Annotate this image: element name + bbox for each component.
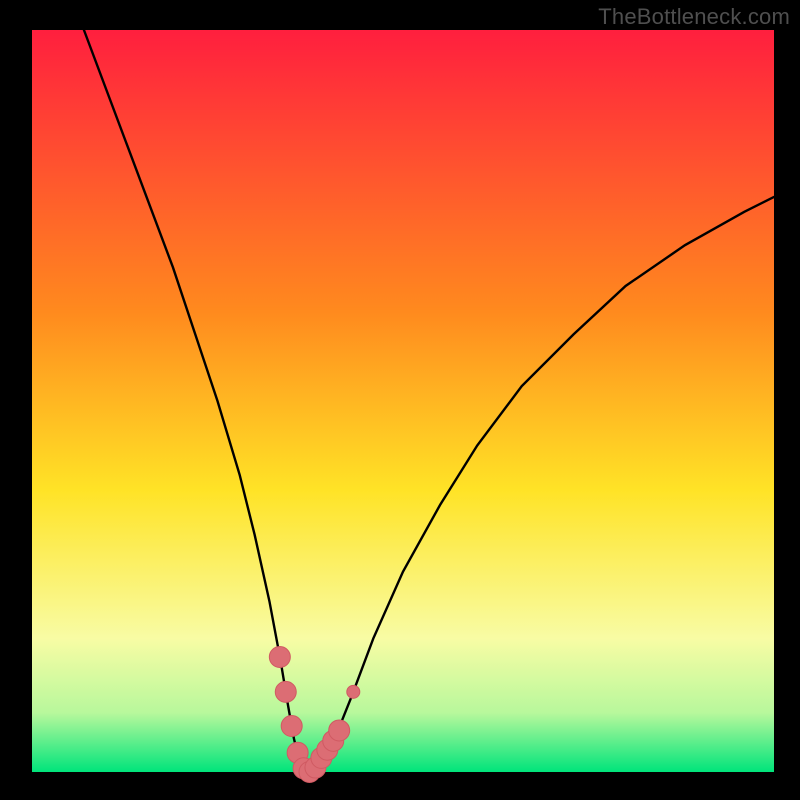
marker-dot [281,716,302,737]
gradient-background [32,30,774,772]
bottleneck-chart [0,0,800,800]
marker-dot [275,681,296,702]
marker-dot [329,720,350,741]
marker-dot [347,685,360,698]
marker-dot [269,646,290,667]
chart-stage: { "watermark": "TheBottleneck.com", "col… [0,0,800,800]
watermark-text: TheBottleneck.com [598,4,790,30]
